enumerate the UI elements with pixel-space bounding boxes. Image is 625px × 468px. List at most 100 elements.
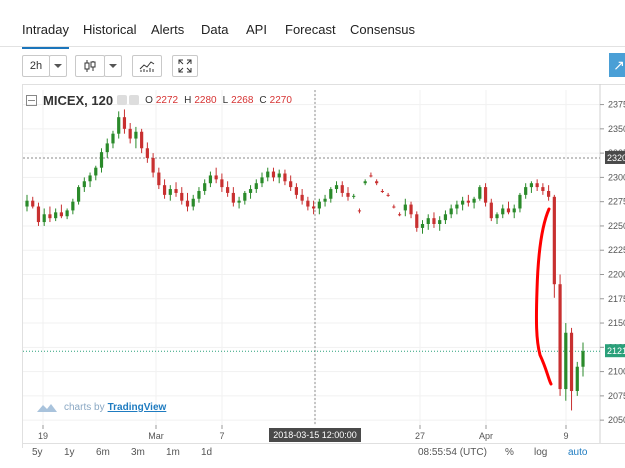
legend-low-label: L xyxy=(222,94,229,106)
candle-body xyxy=(174,189,178,193)
legend-close-label: C xyxy=(259,94,267,106)
candle-body xyxy=(71,201,75,211)
time-tick-label: 7 xyxy=(219,431,224,441)
candle-body xyxy=(529,183,534,188)
candle-body xyxy=(323,198,327,202)
candle-body xyxy=(346,192,350,197)
candle-body xyxy=(300,194,304,201)
candle-body xyxy=(140,131,144,149)
candle-body xyxy=(48,214,52,219)
price-tick-label: 2250 xyxy=(608,221,625,231)
candle-body xyxy=(369,175,373,177)
candle-body xyxy=(489,202,493,219)
candle-body xyxy=(311,206,316,209)
candle-body xyxy=(105,143,109,153)
watermark-prefix: charts by xyxy=(64,401,105,413)
range-1m[interactable]: 1m xyxy=(166,447,180,458)
candle-body xyxy=(375,181,379,184)
candle-body xyxy=(248,189,253,193)
candle-body xyxy=(243,192,247,201)
candle-body xyxy=(569,332,574,392)
candle-body xyxy=(65,210,69,217)
candle-body xyxy=(449,208,453,215)
price-tick-label: 2100 xyxy=(608,367,625,377)
candle-body xyxy=(415,214,419,228)
price-tick-label: 2075 xyxy=(608,391,625,401)
candle-body xyxy=(76,187,81,202)
candle-body xyxy=(191,198,195,207)
candle-body xyxy=(203,183,207,191)
price-badge-last-label: 2121 xyxy=(607,346,625,356)
crosshair-time-label: 2018-03-15 12:00:00 xyxy=(273,430,357,440)
candle-body xyxy=(36,206,41,223)
range-1y[interactable]: 1y xyxy=(64,447,75,458)
range-5y[interactable]: 5y xyxy=(32,447,43,458)
collapse-icon[interactable] xyxy=(26,94,37,106)
candle-body xyxy=(277,173,281,178)
time-tick-label: 19 xyxy=(38,431,48,441)
candle-body xyxy=(506,208,511,213)
candle-body xyxy=(329,189,333,199)
candle-body xyxy=(237,200,241,203)
candle-body xyxy=(42,214,46,223)
candle-body xyxy=(535,183,539,188)
candlestick-chart[interactable]: 2375235023252300227522502225220021752150… xyxy=(0,0,625,468)
price-badge-crosshair-label: 2320 xyxy=(607,153,625,163)
eye-icon[interactable] xyxy=(117,95,128,105)
candle-body xyxy=(306,200,310,207)
legend-open-value: 2272 xyxy=(155,94,179,106)
candle-body xyxy=(472,198,476,203)
candle-body xyxy=(495,214,499,219)
time-tick-label: Mar xyxy=(148,431,164,441)
settings-icon[interactable] xyxy=(129,95,140,105)
candle-body xyxy=(197,190,201,199)
candle-body xyxy=(501,208,505,215)
candle-body xyxy=(386,194,390,196)
price-tick-label: 2150 xyxy=(608,318,625,328)
candle-body xyxy=(461,200,465,205)
candle-body xyxy=(352,195,356,197)
candle-body xyxy=(524,187,528,195)
bottom-toolbar: 5y 1y 6m 3m 1m 1d 08:55:54 (UTC) % log a… xyxy=(22,443,625,460)
auto-toggle[interactable]: auto xyxy=(568,447,587,458)
price-tick-label: 2050 xyxy=(608,415,625,425)
candle-body xyxy=(397,214,402,216)
candle-body xyxy=(220,179,224,188)
price-tick-label: 2375 xyxy=(608,100,625,110)
candle-body xyxy=(25,200,29,207)
legend-open-label: O xyxy=(145,94,153,106)
legend-high-value: 2280 xyxy=(194,94,217,106)
price-tick-label: 2175 xyxy=(608,294,625,304)
candle-body xyxy=(94,167,98,176)
candle-body xyxy=(518,194,522,209)
legend-close-value: 2270 xyxy=(269,94,292,106)
candle-body xyxy=(260,177,264,184)
candle-body xyxy=(317,201,321,209)
candle-body xyxy=(134,131,138,139)
range-1d[interactable]: 1d xyxy=(201,447,212,458)
candle-body xyxy=(558,284,562,390)
candle-body xyxy=(59,212,63,217)
series-legend: MICEX, 120 O 2272 H 2280 L 2268 C 2270 xyxy=(26,92,292,108)
time-tick-label: 9 xyxy=(563,431,568,441)
candle-body xyxy=(512,208,516,213)
tradingview-link[interactable]: TradingView xyxy=(108,402,167,413)
percent-toggle[interactable]: % xyxy=(505,447,514,458)
candle-body xyxy=(111,133,115,144)
candle-body xyxy=(392,206,396,208)
annotation-bracket xyxy=(534,207,553,386)
candle-body xyxy=(226,187,230,193)
candle-body xyxy=(564,332,568,390)
candle-body xyxy=(478,187,482,199)
candle-body xyxy=(54,212,58,219)
candle-body xyxy=(231,192,235,203)
candle-body xyxy=(357,210,362,212)
candle-body xyxy=(541,187,545,191)
candle-body xyxy=(271,171,276,178)
log-toggle[interactable]: log xyxy=(534,447,547,458)
candle-body xyxy=(547,190,551,197)
candle-body xyxy=(334,185,339,190)
range-6m[interactable]: 6m xyxy=(96,447,110,458)
legend-symbol: MICEX, 120 xyxy=(43,92,114,108)
range-3m[interactable]: 3m xyxy=(131,447,145,458)
